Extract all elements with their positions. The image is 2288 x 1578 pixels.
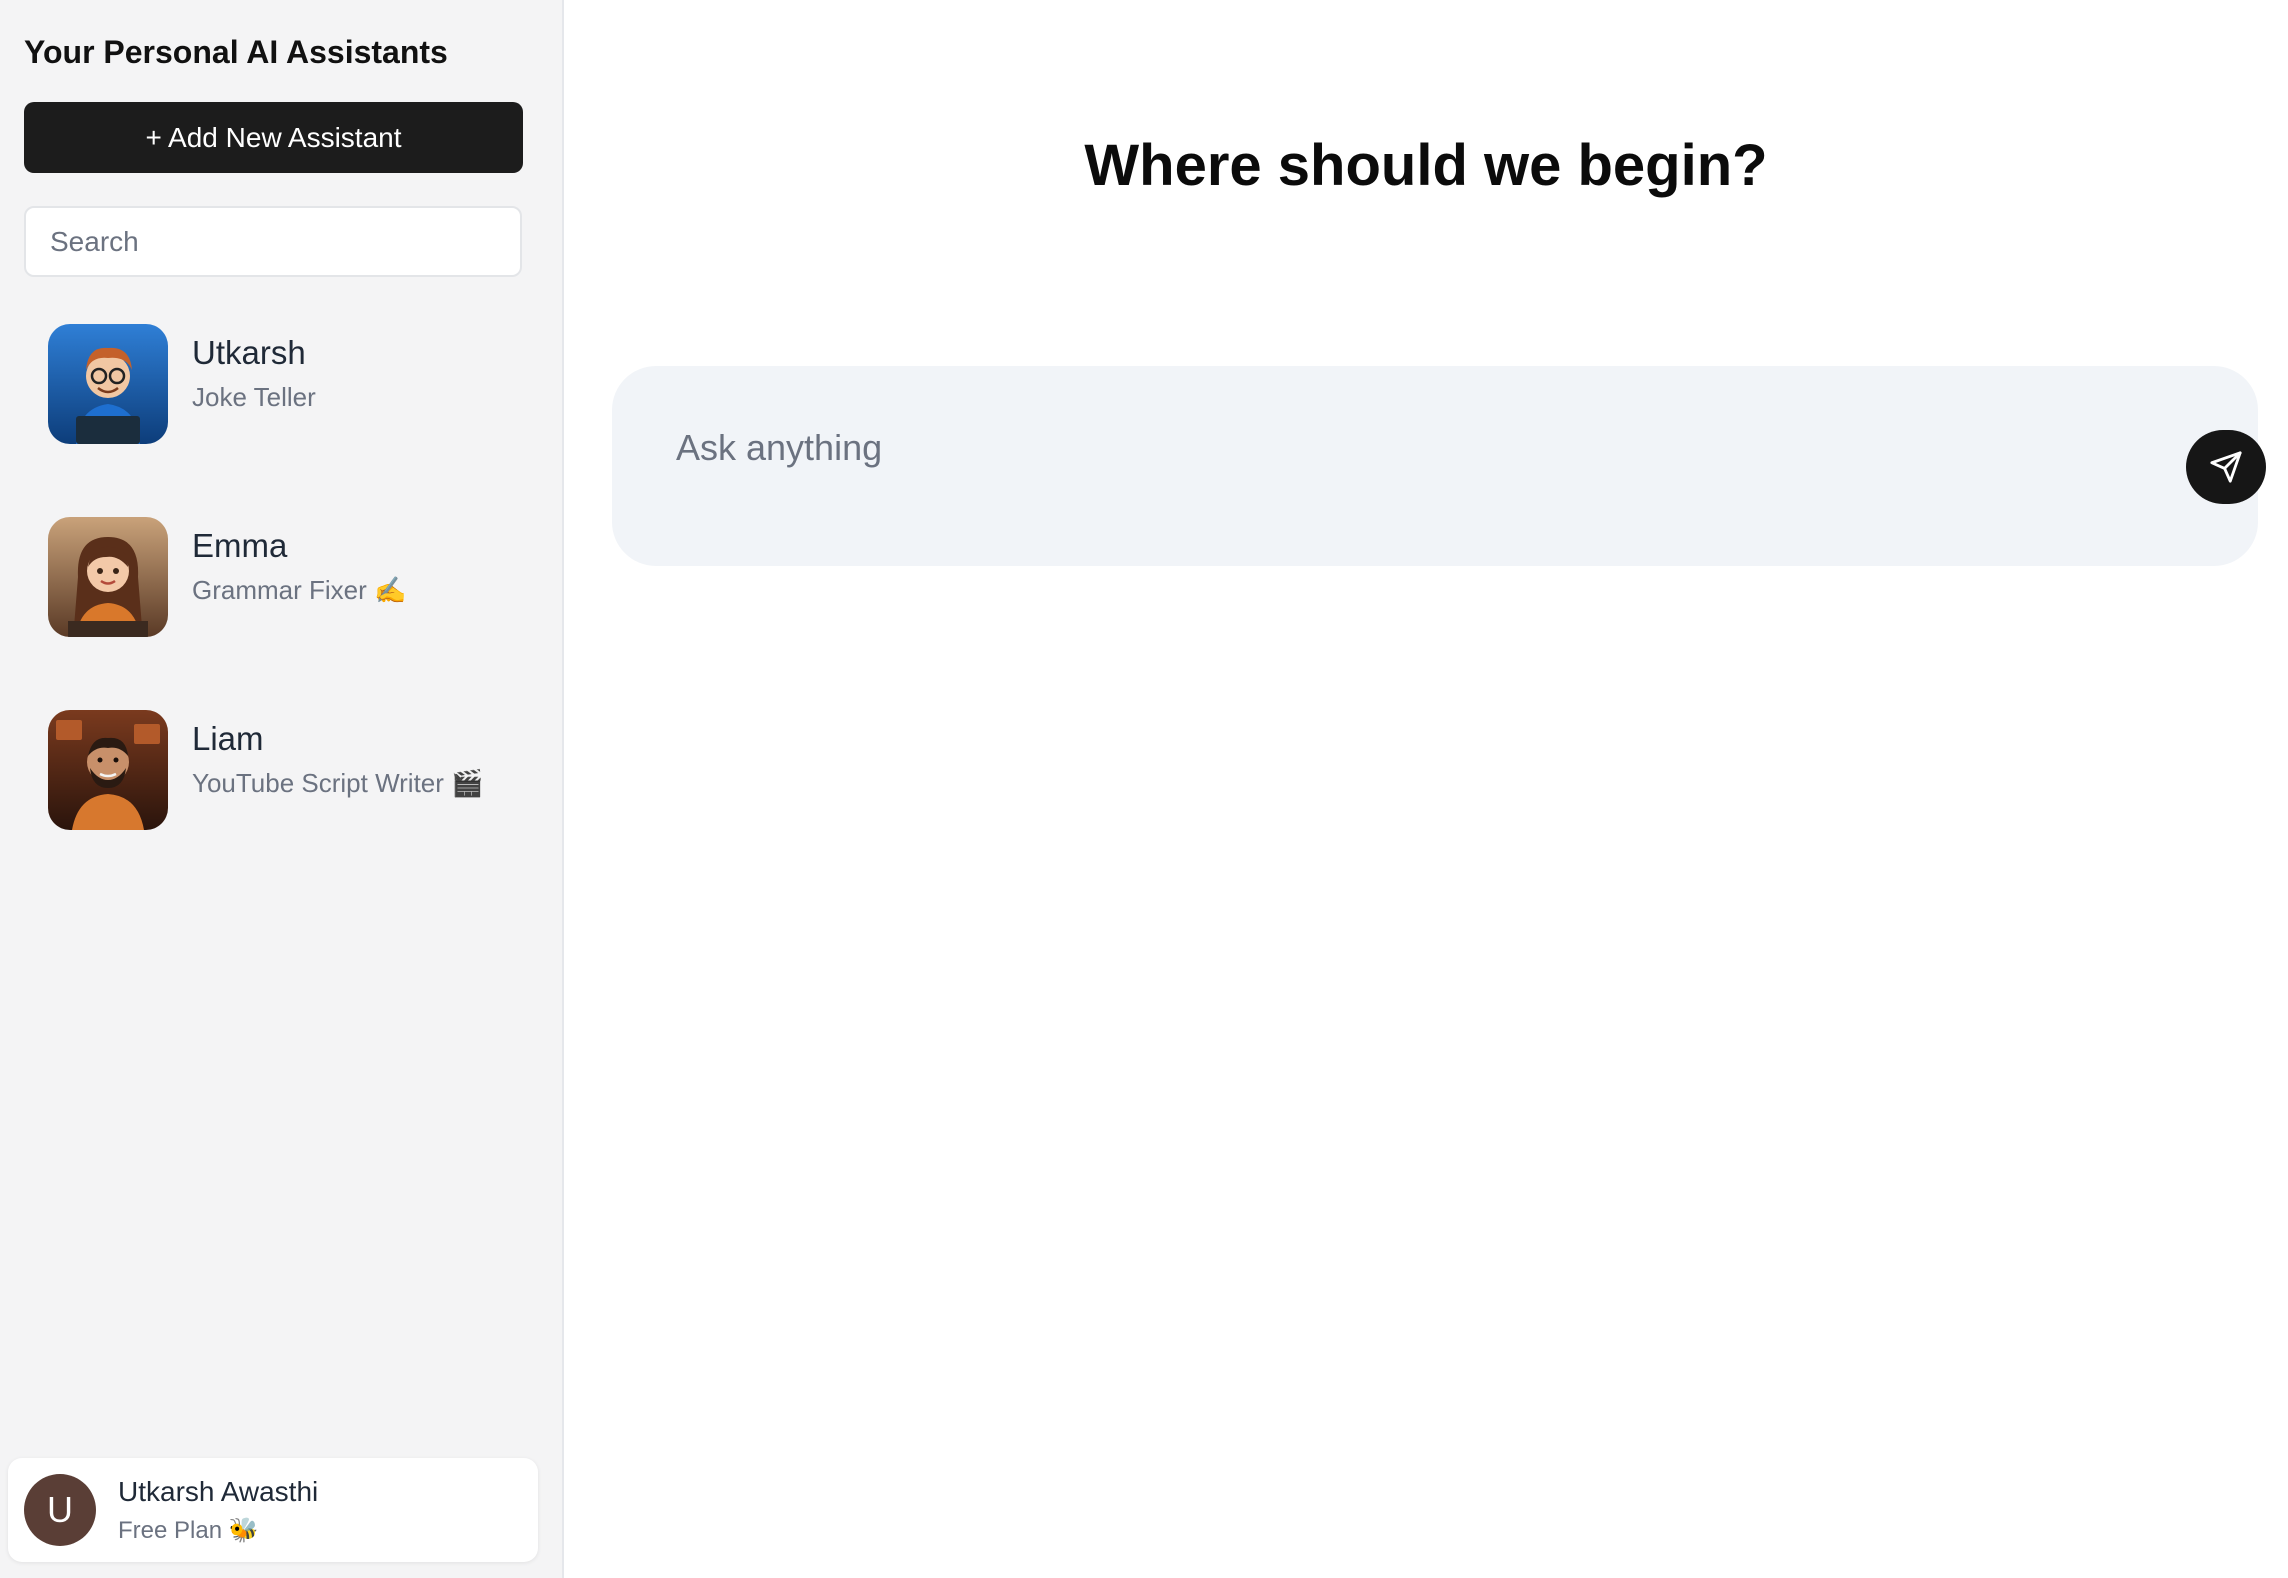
search-input[interactable]	[24, 206, 522, 277]
assistant-item-utkarsh[interactable]: Utkarsh Joke Teller	[24, 304, 522, 464]
user-name: Utkarsh Awasthi	[118, 1476, 319, 1507]
send-button[interactable]	[2186, 430, 2266, 504]
assistant-avatar	[48, 324, 168, 444]
main-panel: Where should we begin?	[564, 0, 2288, 1578]
app-window: Your Personal AI Assistants + Add New As…	[0, 0, 2288, 1578]
user-plan: Free Plan 🐝	[118, 1517, 259, 1544]
assistant-role: Grammar Fixer ✍️	[192, 575, 407, 605]
assistant-avatar	[48, 710, 168, 830]
add-new-assistant-button[interactable]: + Add New Assistant	[24, 102, 523, 173]
send-icon	[2210, 451, 2242, 483]
assistant-name: Liam	[192, 720, 264, 757]
assistant-name: Emma	[192, 527, 288, 564]
sidebar-title: Your Personal AI Assistants	[24, 34, 448, 70]
user-avatar: U	[24, 1474, 96, 1546]
assistant-role: Joke Teller	[192, 382, 316, 412]
sidebar: Your Personal AI Assistants + Add New As…	[0, 0, 564, 1578]
message-composer	[612, 366, 2266, 566]
user-profile-card[interactable]: U Utkarsh Awasthi Free Plan 🐝	[8, 1458, 538, 1562]
assistant-avatar	[48, 517, 168, 637]
assistant-role: YouTube Script Writer 🎬	[192, 768, 484, 798]
assistant-name: Utkarsh	[192, 334, 306, 371]
page-title: Where should we begin?	[1084, 133, 1768, 198]
assistant-item-liam[interactable]: Liam YouTube Script Writer 🎬	[24, 690, 522, 850]
message-input[interactable]	[676, 418, 2076, 478]
assistant-item-emma[interactable]: Emma Grammar Fixer ✍️	[24, 497, 522, 657]
